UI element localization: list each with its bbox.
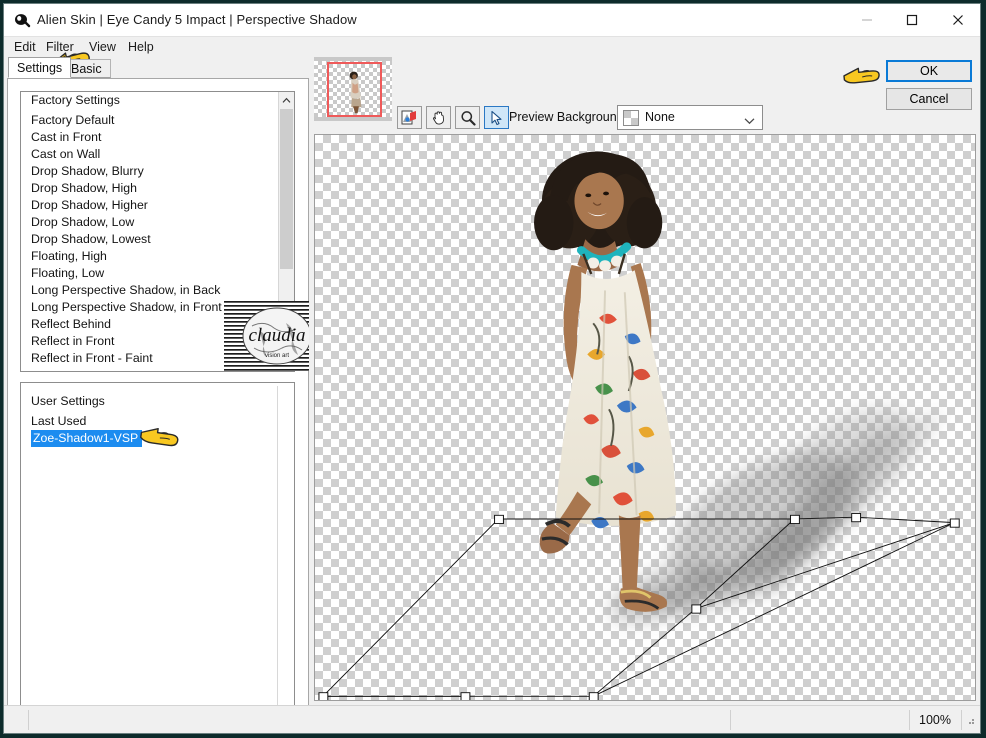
handle [790,514,800,525]
preview-background-select[interactable]: None [617,105,763,130]
list-item[interactable]: Factory Default [21,112,277,129]
list-item[interactable]: Reflect in Front [21,333,277,350]
user-settings-item-selected[interactable]: Zoe-Shadow1-VSP [31,430,143,447]
color-picker-tool-icon[interactable] [397,106,422,129]
menu-bar: Edit Filter View Help [4,37,980,57]
factory-settings-list[interactable]: Factory Settings Factory Default Cast in… [20,91,295,372]
chevron-up-icon[interactable] [279,92,294,108]
status-divider [730,710,731,730]
preview-background-label: Preview Background: [509,110,628,124]
status-divider [909,710,910,730]
thumbnail-selected[interactable] [327,62,382,117]
title-bar: Alien Skin | Eye Candy 5 Impact | Perspe… [4,4,980,37]
list-item[interactable]: Long Perspective Shadow, in Front [21,299,277,316]
handle [691,604,702,614]
handle [494,514,504,525]
pointing-hand-cursor-ok [840,60,884,93]
list-divider [277,386,278,728]
menu-item-edit[interactable]: Edit [10,39,40,55]
list-item[interactable]: Reflect in Front - Faint [21,350,277,367]
status-divider [28,710,29,730]
preview-background-value: None [645,110,675,124]
list-item[interactable]: Drop Shadow, Blurry [21,163,277,180]
handle [588,692,599,700]
model-figure [534,151,677,612]
status-bar: 100% [4,705,980,733]
handle [851,513,862,523]
tab-settings[interactable]: Settings [8,57,72,78]
resize-grip-icon[interactable] [964,714,976,729]
alien-skin-logo-icon [13,11,31,29]
thumbnail-strip [314,57,392,121]
window-title: Alien Skin | Eye Candy 5 Impact | Perspe… [37,12,357,27]
menu-item-help[interactable]: Help [124,39,158,55]
list-item[interactable]: Long Perspective Shadow, in Back [21,282,277,299]
list-item[interactable]: Reflect Behind [21,316,277,333]
minimize-icon[interactable] [844,4,889,36]
list-group-header: Factory Settings [31,93,120,107]
factory-settings-items: Factory Settings Factory Default Cast in… [21,92,277,371]
zoom-magnifier-tool-icon[interactable] [455,106,480,129]
status-divider [961,710,962,730]
cancel-button[interactable]: Cancel [886,88,972,110]
dialog-buttons: OK Cancel [886,60,972,110]
application-window: Alien Skin | Eye Candy 5 Impact | Perspe… [3,3,981,734]
tab-strip: Settings Basic [4,57,309,79]
list-item[interactable]: Drop Shadow, Lowest [21,231,277,248]
preview-content [318,151,960,700]
user-settings-header: User Settings [31,394,105,408]
list-item[interactable]: Drop Shadow, Low [21,214,277,231]
preview-panel: OK Cancel Preview Background: None [309,57,980,705]
checker-swatch-icon [623,110,639,126]
list-item[interactable]: Drop Shadow, High [21,180,277,197]
list-item[interactable]: Cast on Wall [21,146,277,163]
maximize-icon[interactable] [889,4,934,36]
list-item[interactable]: Cast in Front [21,129,277,146]
ok-button[interactable]: OK [886,60,972,82]
settings-panel: Factory Settings Factory Default Cast in… [7,78,309,732]
arrow-select-tool-icon[interactable] [484,106,509,129]
user-settings-list[interactable]: User Settings Last Used Zoe-Shadow1-VSP [20,382,295,732]
preview-canvas[interactable] [314,134,976,701]
handle [460,692,471,700]
handle [318,692,329,700]
list-item[interactable]: Drop Shadow, Higher [21,197,277,214]
list-item[interactable]: Floating, High [21,248,277,265]
menu-item-filter[interactable]: Filter [42,39,78,55]
handle [949,518,960,528]
zoom-level: 100% [919,713,951,727]
status-message [732,709,908,731]
pan-hand-tool-icon[interactable] [426,106,451,129]
menu-item-view[interactable]: View [85,39,120,55]
chevron-down-icon[interactable] [744,114,755,128]
scrollbar-thumb[interactable] [280,109,293,269]
list-item[interactable]: Floating, Low [21,265,277,282]
close-icon[interactable] [935,4,980,36]
user-settings-item-last-used[interactable]: Last Used [21,413,276,430]
factory-list-scrollbar[interactable] [278,92,294,371]
